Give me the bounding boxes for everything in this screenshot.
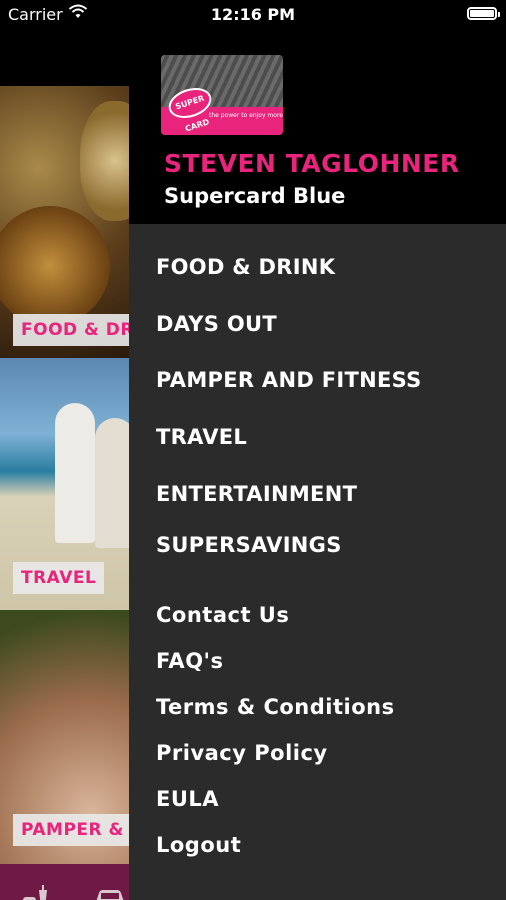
tab-bar [0,864,129,900]
beach-couple-photo [55,403,95,543]
menu-item-travel[interactable]: TRAVEL [156,425,247,449]
battery-icon [467,7,500,20]
card-type: Supercard Blue [164,184,346,208]
supercard-logo: SUPER CARD the power to enjoy more [161,55,283,135]
food-drink-icon[interactable] [20,882,50,900]
side-menu-drawer: SUPER CARD the power to enjoy more STEVE… [129,30,506,900]
status-bar: Carrier 12:16 PM [0,0,506,30]
category-tile-travel[interactable]: TRAVEL [0,358,129,610]
menu-item-pamper-fitness[interactable]: PAMPER AND FITNESS [156,368,422,392]
tile-label: TRAVEL [13,562,105,594]
food-photo [80,101,129,221]
menu-item-supersavings[interactable]: SUPERSAVINGS [156,533,342,557]
category-tile-pamper[interactable]: PAMPER & [0,610,129,864]
logout-button[interactable]: Logout [156,833,241,857]
user-name: STEVEN TAGLOHNER [164,149,460,178]
drawer-header: SUPER CARD the power to enjoy more STEVE… [129,30,506,224]
menu-item-food-drink[interactable]: FOOD & DRINK [156,255,335,279]
clock: 12:16 PM [210,5,296,24]
menu-link-faqs[interactable]: FAQ's [156,649,223,673]
tile-label: PAMPER & [13,814,129,846]
category-tile-food[interactable]: FOOD & DR [0,86,129,358]
tile-label: FOOD & DR [13,314,129,346]
home-background: FOOD & DR TRAVEL PAMPER & [0,30,129,900]
car-icon[interactable] [92,882,128,900]
menu-link-terms[interactable]: Terms & Conditions [156,695,395,719]
menu-link-privacy[interactable]: Privacy Policy [156,741,328,765]
menu-link-contact-us[interactable]: Contact Us [156,603,289,627]
menu-item-days-out[interactable]: DAYS OUT [156,312,277,336]
logo-tagline: the power to enjoy more [209,112,283,119]
menu-item-entertainment[interactable]: ENTERTAINMENT [156,482,357,506]
menu-link-eula[interactable]: EULA [156,787,219,811]
